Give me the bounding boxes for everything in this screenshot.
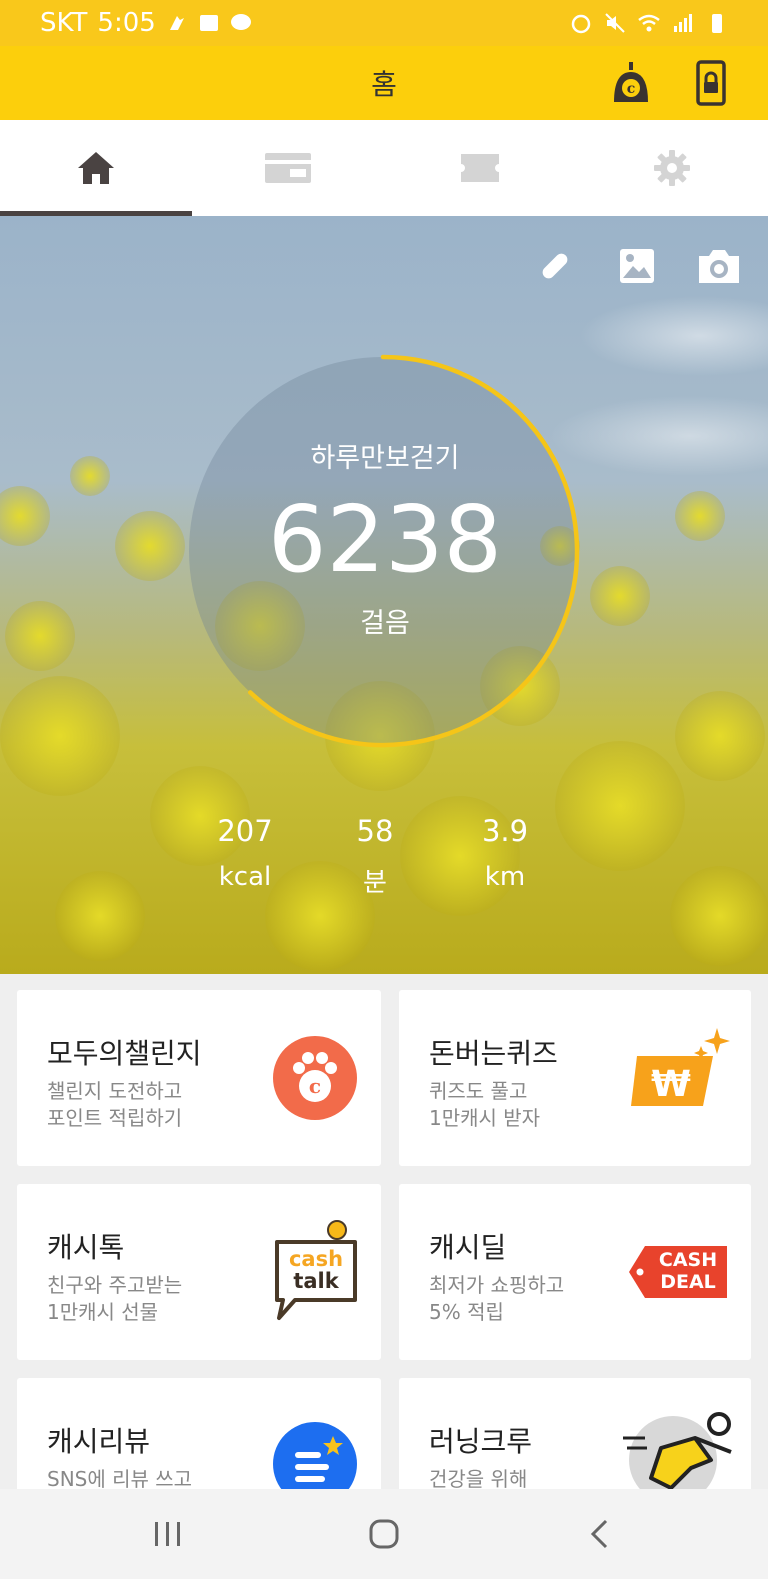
svg-text:₩: ₩ xyxy=(651,1064,691,1105)
step-counter-hero: 하루만보걷기 6238 걸음 207 kcal 58 분 3.9 km xyxy=(0,216,768,974)
step-unit: 걸음 xyxy=(360,608,410,639)
card-title: 캐시리뷰 xyxy=(47,1425,151,1458)
distance-stat: 3.9 km xyxy=(450,814,560,899)
distance-unit: km xyxy=(484,862,526,892)
card-desc-line: 챌린지 도전하고 xyxy=(47,1079,183,1103)
phone-lock-icon xyxy=(696,60,726,106)
tab-coupon[interactable] xyxy=(384,120,576,216)
gift-card-icon xyxy=(265,153,311,183)
card-quiz[interactable]: 돈버는퀴즈 퀴즈도 풀고 1만캐시 받자 ₩ xyxy=(399,990,751,1166)
note-icon xyxy=(199,15,218,31)
card-desc-line: 퀴즈도 풀고 xyxy=(429,1079,528,1103)
logo-text: CASH xyxy=(658,1249,718,1271)
card-title: 러닝크루 xyxy=(429,1425,533,1458)
pill-button[interactable] xyxy=(532,246,578,286)
flower-blob xyxy=(115,511,185,581)
distance-value: 3.9 xyxy=(481,814,529,848)
flower-blob xyxy=(675,491,725,541)
won-quiz-icon: ₩ xyxy=(631,1028,730,1106)
tab-settings[interactable] xyxy=(576,120,768,216)
flower-blob xyxy=(590,566,650,626)
gallery-button[interactable] xyxy=(614,246,660,286)
duration-value: 58 xyxy=(356,814,394,848)
back-button[interactable] xyxy=(555,1504,645,1564)
logo-text: DEAL xyxy=(660,1271,716,1293)
activity-stats: 207 kcal 58 분 3.9 km xyxy=(190,814,560,899)
duration-unit: 분 xyxy=(363,868,387,898)
back-icon xyxy=(590,1519,608,1549)
system-nav-bar xyxy=(0,1489,768,1579)
card-cashtalk[interactable]: 캐시톡 친구와 주고받는 1만캐시 선물 cash talk xyxy=(17,1184,381,1360)
wifi-icon xyxy=(638,14,660,32)
status-bar: SKT 5:05 xyxy=(0,0,768,46)
tab-bar xyxy=(0,120,768,216)
battery-icon xyxy=(712,14,722,33)
flower-blob xyxy=(70,456,110,496)
svg-text:c: c xyxy=(627,81,636,97)
pill-icon xyxy=(542,253,568,279)
flower-blob xyxy=(5,601,75,671)
card-challenge[interactable]: 모두의챌린지 챌린지 도전하고 포인트 적립하기 c xyxy=(17,990,381,1166)
mute-icon xyxy=(605,13,625,33)
card-desc-line: 1만캐시 선물 xyxy=(47,1300,159,1324)
flower-blob xyxy=(55,871,145,961)
carrier-label: SKT xyxy=(40,8,88,38)
flower-blob xyxy=(555,741,685,871)
page-title: 홈 xyxy=(371,68,397,101)
logo-text: cash xyxy=(288,1247,344,1271)
card-desc-line: 1만캐시 받자 xyxy=(429,1106,541,1130)
card-description: 챌린지 도전하고 포인트 적립하기 xyxy=(47,1078,182,1132)
signal-icon xyxy=(674,14,692,32)
card-desc-line: 5% 적립 xyxy=(429,1300,504,1324)
cashtalk-logo: cash talk xyxy=(271,1220,361,1324)
recent-apps-icon xyxy=(155,1522,180,1546)
card-description: 퀴즈도 풀고 1만캐시 받자 xyxy=(429,1078,540,1132)
flower-blob xyxy=(675,691,765,781)
step-count: 6238 xyxy=(267,486,503,593)
tab-home[interactable] xyxy=(0,120,192,216)
lockscreen-button[interactable] xyxy=(688,60,734,106)
calorie-unit: kcal xyxy=(218,862,272,892)
tab-giftcard[interactable] xyxy=(192,120,384,216)
camera-button[interactable] xyxy=(696,246,742,286)
svg-text:c: c xyxy=(309,1074,321,1098)
camera-icon xyxy=(699,250,739,283)
home-circle-icon xyxy=(369,1519,399,1549)
notification-icon xyxy=(169,16,184,30)
card-desc-line: 최저가 쇼핑하고 xyxy=(429,1273,565,1297)
cash-alarm-icon: c xyxy=(614,62,648,102)
card-title: 캐시톡 xyxy=(47,1231,125,1264)
card-description: 최저가 쇼핑하고 5% 적립 xyxy=(429,1272,564,1326)
app-bar: 홈 c xyxy=(0,46,768,120)
flower-blob xyxy=(670,866,768,966)
image-icon xyxy=(620,249,654,283)
flower-blob xyxy=(0,486,50,546)
counter-label: 하루만보걷기 xyxy=(310,443,460,474)
recent-apps-button[interactable] xyxy=(123,1504,213,1564)
card-cashdeal[interactable]: 캐시딜 최저가 쇼핑하고 5% 적립 CASH DEAL xyxy=(399,1184,751,1360)
card-desc-line: 친구와 주고받는 xyxy=(47,1273,183,1297)
logo-text: talk xyxy=(293,1269,339,1293)
cashdeal-logo: CASH DEAL xyxy=(627,1244,731,1300)
home-button[interactable] xyxy=(339,1504,429,1564)
home-icon xyxy=(78,152,114,184)
chat-icon xyxy=(230,14,251,30)
gear-icon xyxy=(654,150,690,186)
ticket-icon xyxy=(461,154,499,182)
calorie-stat: 207 kcal xyxy=(190,814,300,899)
paw-coin-icon: c xyxy=(273,1036,357,1120)
duration-stat: 58 분 xyxy=(320,814,430,899)
clock: 5:05 xyxy=(97,8,156,38)
card-description: 친구와 주고받는 1만캐시 선물 xyxy=(47,1272,182,1326)
cash-alarm-button[interactable]: c xyxy=(608,60,654,106)
card-desc-line: 포인트 적립하기 xyxy=(47,1106,183,1130)
alarm-icon xyxy=(571,14,591,34)
card-title: 돈버는퀴즈 xyxy=(429,1037,558,1070)
calorie-value: 207 xyxy=(217,814,273,848)
flower-blob xyxy=(0,676,120,796)
card-title: 모두의챌린지 xyxy=(47,1037,202,1070)
card-title: 캐시딜 xyxy=(429,1231,507,1264)
